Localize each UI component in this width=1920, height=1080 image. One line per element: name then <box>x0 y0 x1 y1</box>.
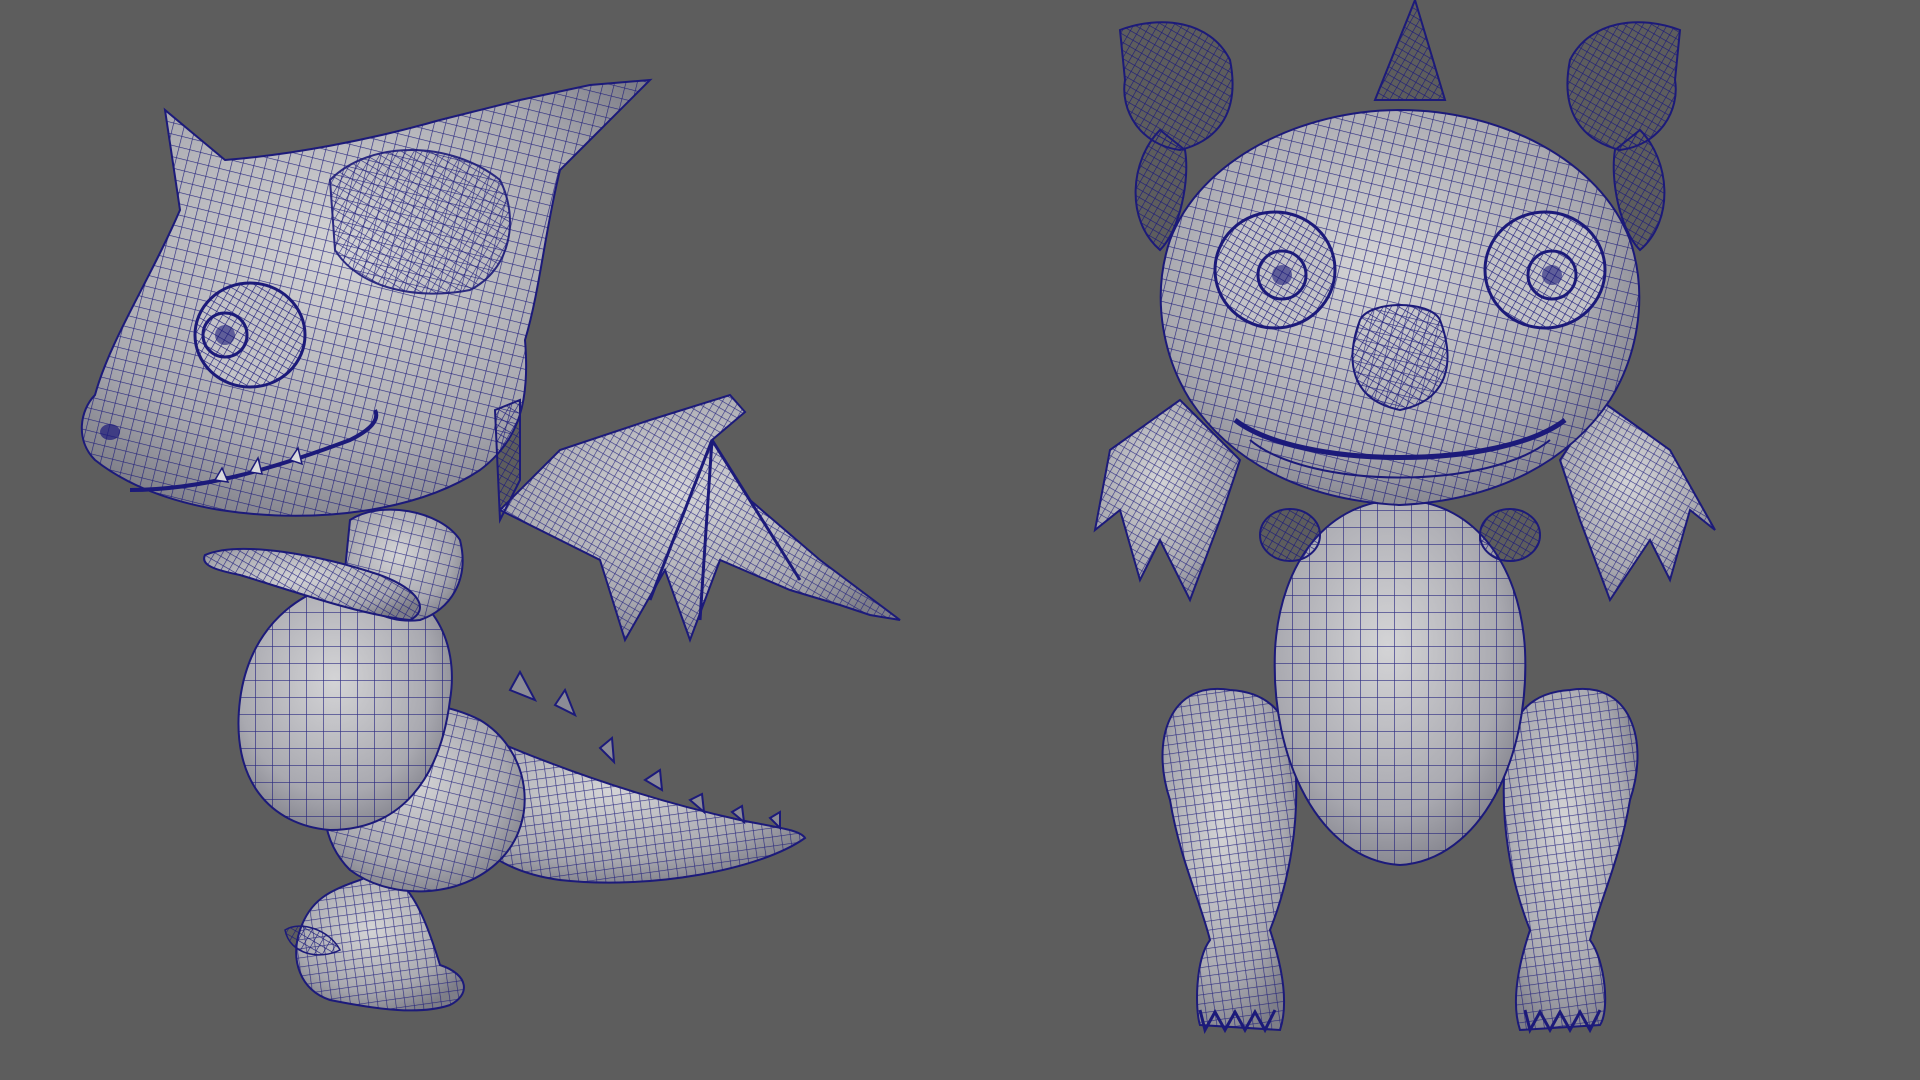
front-left-eye <box>1213 210 1337 330</box>
dragon-side-view[interactable] <box>80 78 901 1012</box>
viewport-canvas[interactable] <box>0 0 1920 1080</box>
front-belly <box>1273 498 1527 867</box>
dragon-front-view[interactable] <box>1093 0 1716 1035</box>
side-back-leg <box>284 873 465 1012</box>
front-right-eye <box>1483 210 1607 330</box>
front-right-leg <box>1502 687 1639 1032</box>
side-wing <box>498 393 901 643</box>
side-eye <box>193 281 307 389</box>
front-left-leg <box>1161 687 1298 1032</box>
front-right-hand <box>1479 508 1541 562</box>
front-left-hand <box>1259 508 1321 562</box>
3d-viewport[interactable] <box>0 0 1920 1080</box>
